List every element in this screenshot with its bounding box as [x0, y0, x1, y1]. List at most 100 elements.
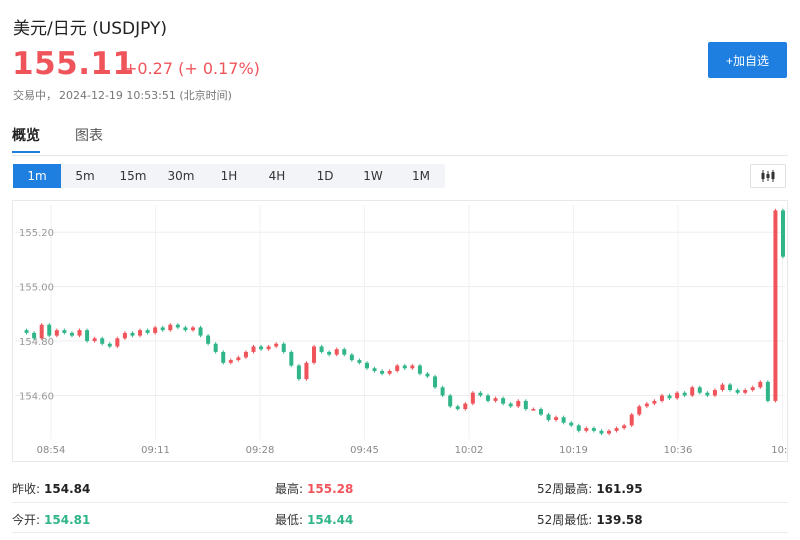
candle-body: [546, 414, 551, 420]
stat-value: 155.28: [307, 482, 354, 496]
candle-body: [281, 343, 286, 352]
candle-body: [705, 392, 710, 396]
stat-value: 139.58: [596, 513, 643, 527]
candle-body: [122, 332, 127, 339]
y-tick-label: 154.60: [19, 391, 54, 402]
interval-1w[interactable]: 1W: [349, 164, 397, 188]
candle-body: [259, 346, 264, 350]
candle-body: [712, 390, 717, 396]
x-tick-label: 09:11: [141, 445, 170, 456]
candle-body: [221, 351, 226, 363]
candle-body: [160, 327, 165, 331]
stat-value: 161.95: [596, 482, 643, 496]
candle-body: [455, 406, 460, 410]
candle-body: [395, 365, 400, 371]
stat-label: 今开:: [12, 513, 41, 527]
y-tick-label: 155.20: [19, 228, 54, 239]
stat-low: 最低: 154.44: [275, 511, 353, 528]
stat-value: 154.84: [44, 482, 91, 496]
candle-body: [138, 330, 143, 336]
x-tick-label: 08:54: [37, 445, 66, 456]
candle-body: [85, 330, 90, 342]
stat-label: 52周最低:: [537, 513, 593, 527]
interval-15m[interactable]: 15m: [109, 164, 157, 188]
candle-body: [47, 324, 52, 336]
trading-status: 交易中， 2024-12-19 10:53:51 (北京时间): [13, 87, 234, 103]
candle-body: [591, 428, 596, 431]
candle-body: [614, 428, 619, 431]
candle-body: [561, 417, 566, 423]
candle-body: [622, 425, 627, 429]
candle-body: [175, 324, 180, 328]
candle-body: [629, 414, 634, 426]
stat-52wk-low: 52周最低: 139.58: [537, 511, 643, 528]
x-tick-label: 10:36: [664, 445, 693, 456]
add-to-watchlist-button[interactable]: +加自选: [708, 42, 787, 78]
status-timestamp: 2024-12-19 10:53:51 (北京时间): [59, 89, 232, 102]
y-tick-label: 154.80: [19, 337, 54, 348]
candle-body: [168, 324, 173, 331]
candle-body: [402, 365, 407, 369]
stat-label: 昨收:: [12, 482, 41, 496]
candle-body: [516, 400, 521, 407]
stat-label: 最高:: [275, 482, 304, 496]
candle-body: [206, 335, 211, 344]
candle-body: [652, 400, 657, 404]
candle-body: [145, 330, 150, 333]
candle-body: [599, 430, 604, 434]
candle-body: [728, 384, 733, 391]
candle-body: [289, 351, 294, 366]
candle-body: [493, 398, 498, 401]
x-tick-label: 09:45: [350, 445, 379, 456]
interval-1mo[interactable]: 1M: [397, 164, 445, 188]
candle-body: [190, 327, 195, 331]
candle-body: [357, 360, 362, 363]
candle-body: [569, 422, 574, 426]
tab-overview[interactable]: 概览: [12, 125, 40, 153]
candle-body: [690, 387, 695, 396]
candle-body: [266, 346, 271, 350]
candle-body: [433, 376, 438, 388]
candle-body: [501, 398, 506, 404]
candlestick-chart: 155.20 155.00 154.80 154.60 08:54 09:11 09:28…: [15, 205, 794, 456]
candle-body: [100, 338, 105, 344]
candle-body: [735, 390, 740, 393]
interval-30m[interactable]: 30m: [157, 164, 205, 188]
candle-body: [644, 403, 649, 407]
candle-body: [24, 330, 29, 333]
interval-5m[interactable]: 5m: [61, 164, 109, 188]
candle-body: [107, 343, 112, 347]
candle-body: [342, 349, 347, 355]
candle-body: [667, 395, 672, 399]
candle-body: [637, 406, 642, 415]
candle-body: [274, 343, 279, 347]
x-tick-label: 10:02: [455, 445, 484, 456]
interval-4h[interactable]: 4H: [253, 164, 301, 188]
candle-body: [364, 362, 369, 369]
candle-body: [765, 381, 770, 401]
stat-52wk-high: 52周最高: 161.95: [537, 480, 643, 497]
interval-selector: 1m 5m 15m 30m 1H 4H 1D 1W 1M: [13, 164, 445, 188]
stat-label: 52周最高:: [537, 482, 593, 496]
candle-body: [576, 425, 581, 431]
interval-1h[interactable]: 1H: [205, 164, 253, 188]
candle-body: [296, 365, 301, 380]
candle-body: [531, 409, 536, 411]
candle-body: [758, 381, 763, 388]
price-chart[interactable]: 155.20 155.00 154.80 154.60 08:54 09:11 09:28…: [12, 200, 794, 462]
candle-body: [62, 330, 67, 333]
candle-body: [523, 400, 528, 410]
interval-1d[interactable]: 1D: [301, 164, 349, 188]
candle-body: [236, 357, 241, 361]
candle-body: [659, 395, 664, 401]
interval-1m[interactable]: 1m: [13, 164, 61, 188]
candle-body: [554, 417, 559, 420]
candle-body: [607, 430, 612, 434]
tab-chart[interactable]: 图表: [75, 125, 103, 151]
candle-body: [387, 370, 392, 374]
y-tick-label: 155.00: [19, 283, 54, 294]
candle-body: [743, 390, 748, 393]
candle-body: [380, 370, 385, 374]
chart-type-button[interactable]: [750, 164, 786, 188]
candle-body: [463, 403, 468, 410]
